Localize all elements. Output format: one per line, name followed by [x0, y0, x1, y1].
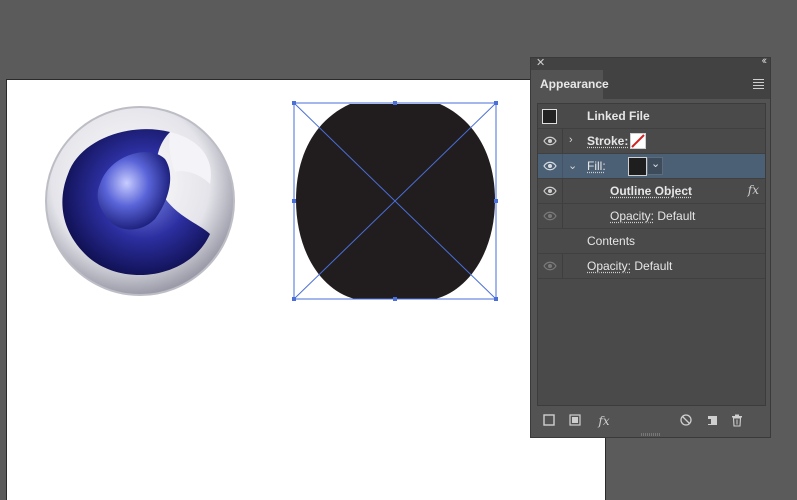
opacity-label[interactable]: Opacity: [587, 259, 631, 273]
row-contents[interactable]: Contents [538, 229, 765, 254]
eye-icon[interactable] [543, 161, 557, 171]
row-linked-file[interactable]: Linked File [538, 104, 765, 129]
object-thumbnail-icon [542, 109, 557, 124]
eye-icon[interactable] [543, 136, 557, 146]
row-outline-object[interactable]: Outline Object fx [538, 179, 765, 204]
panel-resize-grip[interactable] [641, 433, 661, 436]
panel-bottom-toolbar: fx [531, 410, 770, 432]
add-effect-icon[interactable]: fx [593, 414, 615, 428]
close-icon[interactable]: ✕ [536, 56, 545, 69]
eye-icon[interactable] [543, 261, 557, 271]
duplicate-item-icon[interactable] [705, 414, 719, 428]
row-fill[interactable]: ⌄ Fill: ⌄ [538, 154, 765, 179]
opacity-value: Default [631, 259, 673, 273]
opacity-label[interactable]: Opacity: [610, 209, 654, 223]
effect-fx-icon[interactable]: fx [748, 183, 759, 197]
fill-label[interactable]: Fill: [587, 159, 606, 173]
add-new-fill-icon[interactable] [568, 414, 582, 428]
row-stroke[interactable]: › Stroke: [538, 129, 765, 154]
row-fill-opacity[interactable]: Opacity: Default [538, 204, 765, 229]
outline-object-label[interactable]: Outline Object [610, 184, 692, 198]
opacity-value: Default [654, 209, 696, 223]
stroke-none-swatch-icon[interactable] [630, 133, 646, 149]
chevron-down-icon: ⌄ [651, 158, 661, 170]
collapse-fill-chevron-icon[interactable]: ⌄ [568, 159, 577, 172]
add-new-stroke-icon[interactable] [542, 414, 556, 428]
delete-icon[interactable] [730, 414, 744, 428]
selected-linked-object[interactable] [290, 100, 500, 304]
clear-appearance-icon[interactable] [679, 414, 693, 428]
fill-dropdown-button[interactable]: ⌄ [647, 157, 663, 175]
linked-file-label: Linked File [587, 109, 650, 123]
stroke-label[interactable]: Stroke: [587, 134, 628, 148]
appearance-panel: ✕ ‹‹ Appearance Linked File › Stroke: ⌄ [530, 55, 771, 438]
fill-color-swatch[interactable] [628, 157, 647, 176]
appearance-list: Linked File › Stroke: ⌄ Fill: ⌄ Outline … [537, 103, 766, 406]
panel-menu-icon[interactable] [753, 79, 764, 91]
row-object-opacity[interactable]: Opacity: Default [538, 254, 765, 279]
panel-tab-bar: Appearance [531, 70, 770, 99]
collapse-icon[interactable]: ‹‹ [762, 55, 768, 67]
linked-image-logo[interactable] [40, 104, 240, 300]
expand-stroke-chevron-icon[interactable]: › [569, 134, 573, 146]
tab-appearance[interactable]: Appearance [531, 70, 609, 99]
eye-icon[interactable] [543, 186, 557, 196]
eye-icon[interactable] [543, 211, 557, 221]
contents-label: Contents [587, 234, 636, 248]
panel-header-bar[interactable]: ✕ ‹‹ [531, 55, 770, 70]
